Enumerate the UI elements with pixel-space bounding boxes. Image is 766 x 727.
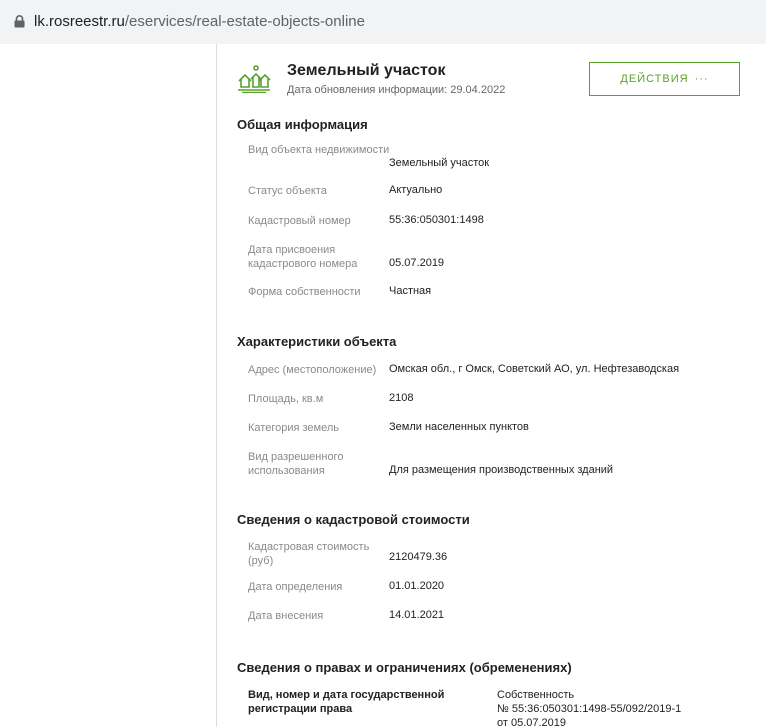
field-label: Дата определения — [248, 581, 343, 593]
field-label: Вид объекта недвижимости — [248, 144, 390, 156]
url-host: lk.rosreestr.ru — [34, 13, 125, 30]
section-title-cadastral-value: Сведения о кадастровой стоимости — [237, 512, 470, 527]
field-value: Земельный участок — [389, 157, 490, 169]
field-value: 55:36:050301:1498 — [389, 214, 484, 226]
field-value: Частная — [389, 285, 432, 297]
url-text[interactable]: lk.rosreestr.ru/eservices/real-estate-ob… — [34, 13, 365, 30]
registration-date: от 05.07.2019 — [497, 717, 567, 727]
land-plot-icon — [238, 65, 271, 93]
field-label: Кадастровая стоимость (руб) — [248, 541, 370, 567]
field-value: 2108 — [389, 392, 414, 404]
field-value: Земли населенных пунктов — [389, 421, 529, 433]
field-label: Адрес (местоположение) — [248, 364, 377, 376]
object-title: Земельный участок — [287, 62, 446, 79]
field-label: Кадастровый номер — [248, 215, 351, 227]
field-label: Форма собственности — [248, 286, 361, 298]
field-value: Омская обл., г Омск, Советский АО, ул. Н… — [389, 363, 680, 375]
field-value: 01.01.2020 — [389, 580, 445, 592]
url-path: /eservices/real-estate-objects-online — [124, 13, 365, 30]
section-title-general: Общая информация — [237, 117, 368, 132]
update-date: Дата обновления информации: 29.04.2022 — [287, 84, 506, 96]
field-label: Дата присвоения кадастрового номера — [248, 244, 358, 270]
field-value: 14.01.2021 — [389, 609, 445, 621]
actions-button[interactable]: действия ··· — [589, 62, 740, 96]
address-bar[interactable]: lk.rosreestr.ru/eservices/real-estate-ob… — [0, 0, 766, 44]
section-title-rights: Сведения о правах и ограничениях (обреме… — [237, 660, 572, 675]
rights-label: Вид, номер и дата государственной регист… — [248, 689, 445, 715]
field-value: 05.07.2019 — [389, 257, 445, 269]
field-label: Вид разрешенного использования — [248, 451, 344, 477]
field-label: Площадь, кв.м — [248, 393, 324, 405]
right-type: Собственность — [497, 689, 575, 701]
registration-number: № 55:36:050301:1498-55/092/2019-1 — [497, 703, 682, 715]
field-value: Для размещения производственных зданий — [389, 464, 614, 476]
rights-value: Собственность № 55:36:050301:1498-55/092… — [497, 688, 757, 727]
section-title-characteristics: Характеристики объекта — [237, 334, 397, 349]
field-label: Дата внесения — [248, 610, 324, 622]
actions-label: действия — [620, 73, 689, 85]
field-value: 2120479.36 — [389, 551, 448, 563]
lock-icon — [14, 15, 25, 28]
field-label: Статус объекта — [248, 185, 327, 197]
field-label: Категория земель — [248, 422, 339, 434]
more-dots-icon: ··· — [694, 73, 709, 85]
field-value: Актуально — [389, 184, 443, 196]
layout-divider — [216, 44, 217, 727]
